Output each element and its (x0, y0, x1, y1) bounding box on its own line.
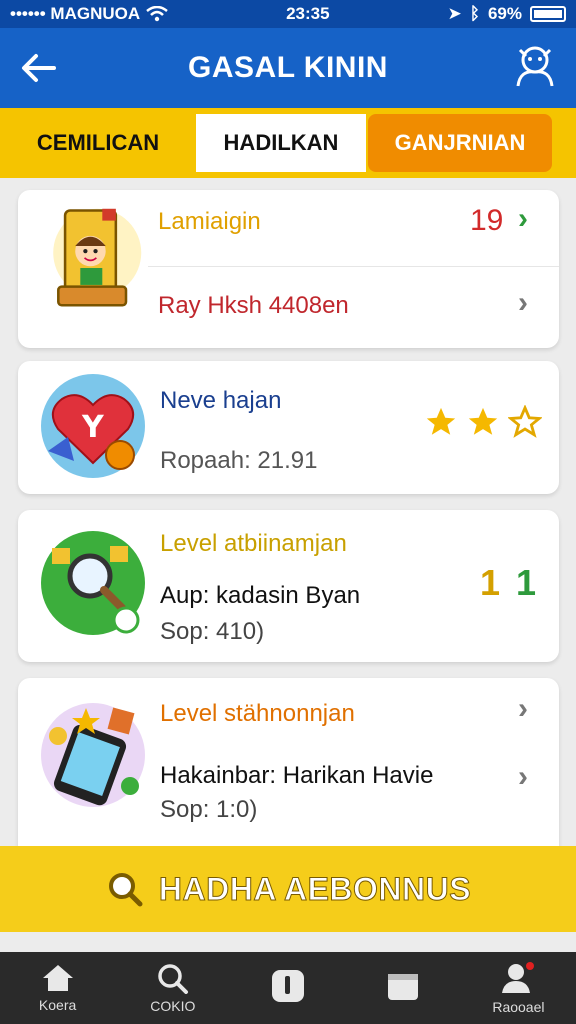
battery-percent: 69% (487, 4, 522, 23)
list-item[interactable]: Level stähnonnjan › Hakainbar: Harikan H… (18, 678, 559, 848)
heart-gem-icon: Y (41, 374, 145, 478)
card-subtitle: Hakainbar: Harikan Havie (160, 762, 434, 789)
star-outline-icon (508, 405, 542, 438)
back-arrow-icon[interactable] (20, 50, 58, 86)
search-icon (108, 873, 143, 907)
rating-stars (424, 405, 542, 439)
card-subtitle: Ray Hksh 4408en (158, 292, 349, 319)
nav-item-center[interactable] (230, 952, 345, 1024)
mascot-icon[interactable] (512, 42, 558, 88)
list-item[interactable]: Level atbiinamjan Aup: kadasin Byan Sop:… (18, 510, 559, 662)
status-time: 23:35 (286, 4, 330, 23)
app-header: GASAL KININ (0, 28, 576, 108)
location-icon: ➤ (447, 4, 462, 23)
card-title: Neve hajan (160, 387, 282, 414)
card-title: Lamiaigin (158, 208, 261, 235)
star-filled-icon (426, 407, 456, 435)
nav-item-folder[interactable] (346, 952, 461, 1024)
carrier-label: •••••• MAGNUOA (10, 4, 141, 23)
card-title: Level atbiinamjan (160, 530, 347, 557)
list-item[interactable]: Lamiaigin 19 › Ray Hksh 4408en › (18, 190, 559, 348)
card-subtitle: Ropaah: 21.91 (160, 447, 318, 474)
tab-bar: CEMILICAN HADILKAN GANJRNIAN (0, 108, 576, 178)
card-detail: Sop: 1:0) (160, 796, 258, 823)
tab-ganjrnian[interactable]: GANJRNIAN (368, 114, 552, 172)
phone-rewards-icon (41, 703, 145, 807)
storybook-icon (53, 208, 142, 307)
wifi-icon (146, 6, 168, 22)
folder-icon (388, 974, 419, 1000)
card-title: Level stähnonnjan (160, 700, 355, 727)
notification-dot (526, 962, 535, 970)
card-detail: Sop: 410) (160, 618, 265, 645)
home-icon (42, 965, 73, 991)
page-title: GASAL KININ (188, 51, 388, 84)
divider (148, 266, 559, 267)
chevron-right-icon[interactable]: › (518, 202, 528, 236)
nav-item-search[interactable]: COKIO (115, 952, 230, 1024)
bonus-banner-button[interactable]: HADHA AEBONNUS (0, 846, 576, 932)
battery-icon (530, 6, 566, 22)
svg-text:Y: Y (81, 410, 105, 445)
profile-icon (502, 962, 535, 993)
nav-item-home[interactable]: Koera (0, 952, 115, 1024)
tab-hadilkan[interactable]: HADILKAN (196, 114, 366, 172)
list-item[interactable]: Y Neve hajan Ropaah: 21.91 (18, 361, 559, 494)
magnifier-badge-icon (41, 531, 145, 635)
chevron-right-icon[interactable]: › (518, 286, 528, 320)
nav-label: COKIO (150, 998, 196, 1014)
chevron-right-icon[interactable]: › (518, 692, 528, 726)
nav-item-profile[interactable]: Raooael (461, 952, 576, 1024)
bluetooth-icon: ᛒ (469, 4, 480, 23)
card-subtitle: Aup: kadasin Byan (160, 582, 361, 609)
chevron-right-icon[interactable]: › (518, 760, 528, 794)
count-badge: 19 (470, 204, 504, 237)
value-green: 1 (516, 562, 537, 603)
nav-label: Koera (38, 997, 77, 1013)
star-filled-icon (468, 407, 498, 435)
book-icon (272, 970, 304, 1002)
bottom-nav: Koera COKIO Raooael (0, 952, 576, 1024)
nav-label: Raooael (492, 999, 545, 1015)
search-icon (158, 964, 188, 994)
banner-label: HADHA AEBONNUS (158, 870, 472, 907)
status-bar: •••••• MAGNUOA 23:35 ➤ ᛒ 69% (0, 0, 576, 28)
tab-cemilican[interactable]: CEMILICAN (0, 114, 196, 172)
value-yellow: 1 (480, 562, 501, 603)
